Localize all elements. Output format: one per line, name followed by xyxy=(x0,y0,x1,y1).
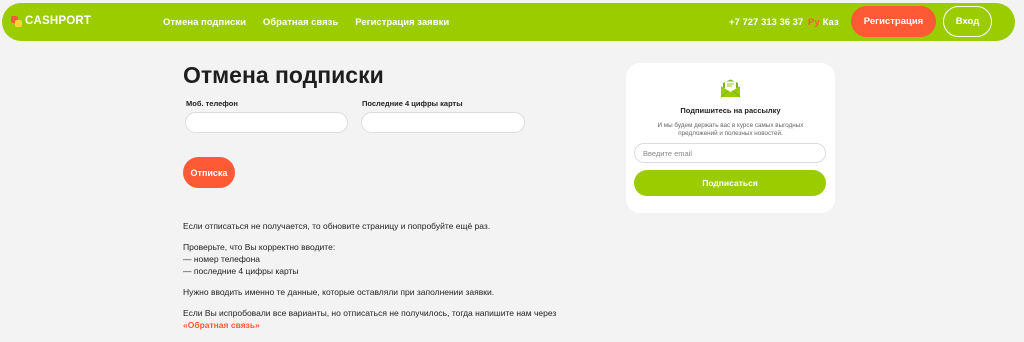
phone-link[interactable]: +7 727 313 36 37 xyxy=(729,17,803,28)
feedback-link[interactable]: «Обратная связь» xyxy=(183,320,260,330)
login-button[interactable]: Вход xyxy=(943,6,992,37)
main-nav: Отмена подписки Обратная связь Регистрац… xyxy=(163,17,466,28)
card-digits-input[interactable] xyxy=(361,112,525,133)
logo-text: CASHPORT xyxy=(25,15,92,27)
newsletter-card: Подпишитесь на рассылку И мы будем держа… xyxy=(626,63,835,213)
top-header: CASHPORT Отмена подписки Обратная связь … xyxy=(2,3,1015,41)
register-button[interactable]: Регистрация xyxy=(851,6,936,37)
newsletter-title: Подпишитесь на рассылку xyxy=(680,106,781,115)
phone-label: Моб. телефон xyxy=(186,99,238,108)
nav-link-feedback[interactable]: Обратная связь xyxy=(263,17,338,28)
lang-kz[interactable]: Каз xyxy=(823,17,839,28)
newsletter-description: И мы будем держать вас в курсе самых выг… xyxy=(657,122,804,137)
lang-ru[interactable]: Ру xyxy=(808,17,820,28)
card-digits-label: Последние 4 цифры карты xyxy=(362,99,463,108)
help-paragraph-check: Проверьте, что Вы корректно вводите: — н… xyxy=(183,241,563,277)
subscribe-button[interactable]: Подписаться xyxy=(634,170,826,196)
unsubscribe-button[interactable]: Отписка xyxy=(183,157,235,188)
help-check-title: Проверьте, что Вы корректно вводите: xyxy=(183,242,336,252)
email-input[interactable] xyxy=(634,143,826,163)
language-switcher: Ру Каз xyxy=(808,17,839,28)
nav-link-application[interactable]: Регистрация заявки xyxy=(355,17,449,28)
help-contact-text: Если Вы испробовали все варианты, но отп… xyxy=(183,308,557,318)
help-check-phone: — номер телефона xyxy=(183,254,261,264)
help-paragraph-data: Нужно вводить именно те данные, которые … xyxy=(183,287,495,297)
help-check-card: — последние 4 цифры карты xyxy=(183,266,299,276)
page-title: Отмена подписки xyxy=(183,62,384,88)
logo-mark-icon xyxy=(11,15,22,27)
mail-icon xyxy=(720,79,741,98)
phone-input[interactable] xyxy=(185,112,348,133)
help-paragraph-refresh: Если отписаться не получается, то обнови… xyxy=(183,221,491,231)
help-paragraph-contact: Если Вы испробовали все варианты, но отп… xyxy=(183,307,563,331)
nav-link-unsubscribe[interactable]: Отмена подписки xyxy=(163,17,246,28)
logo[interactable]: CASHPORT xyxy=(11,15,91,27)
help-text: Если отписаться не получается, то обнови… xyxy=(183,220,563,340)
